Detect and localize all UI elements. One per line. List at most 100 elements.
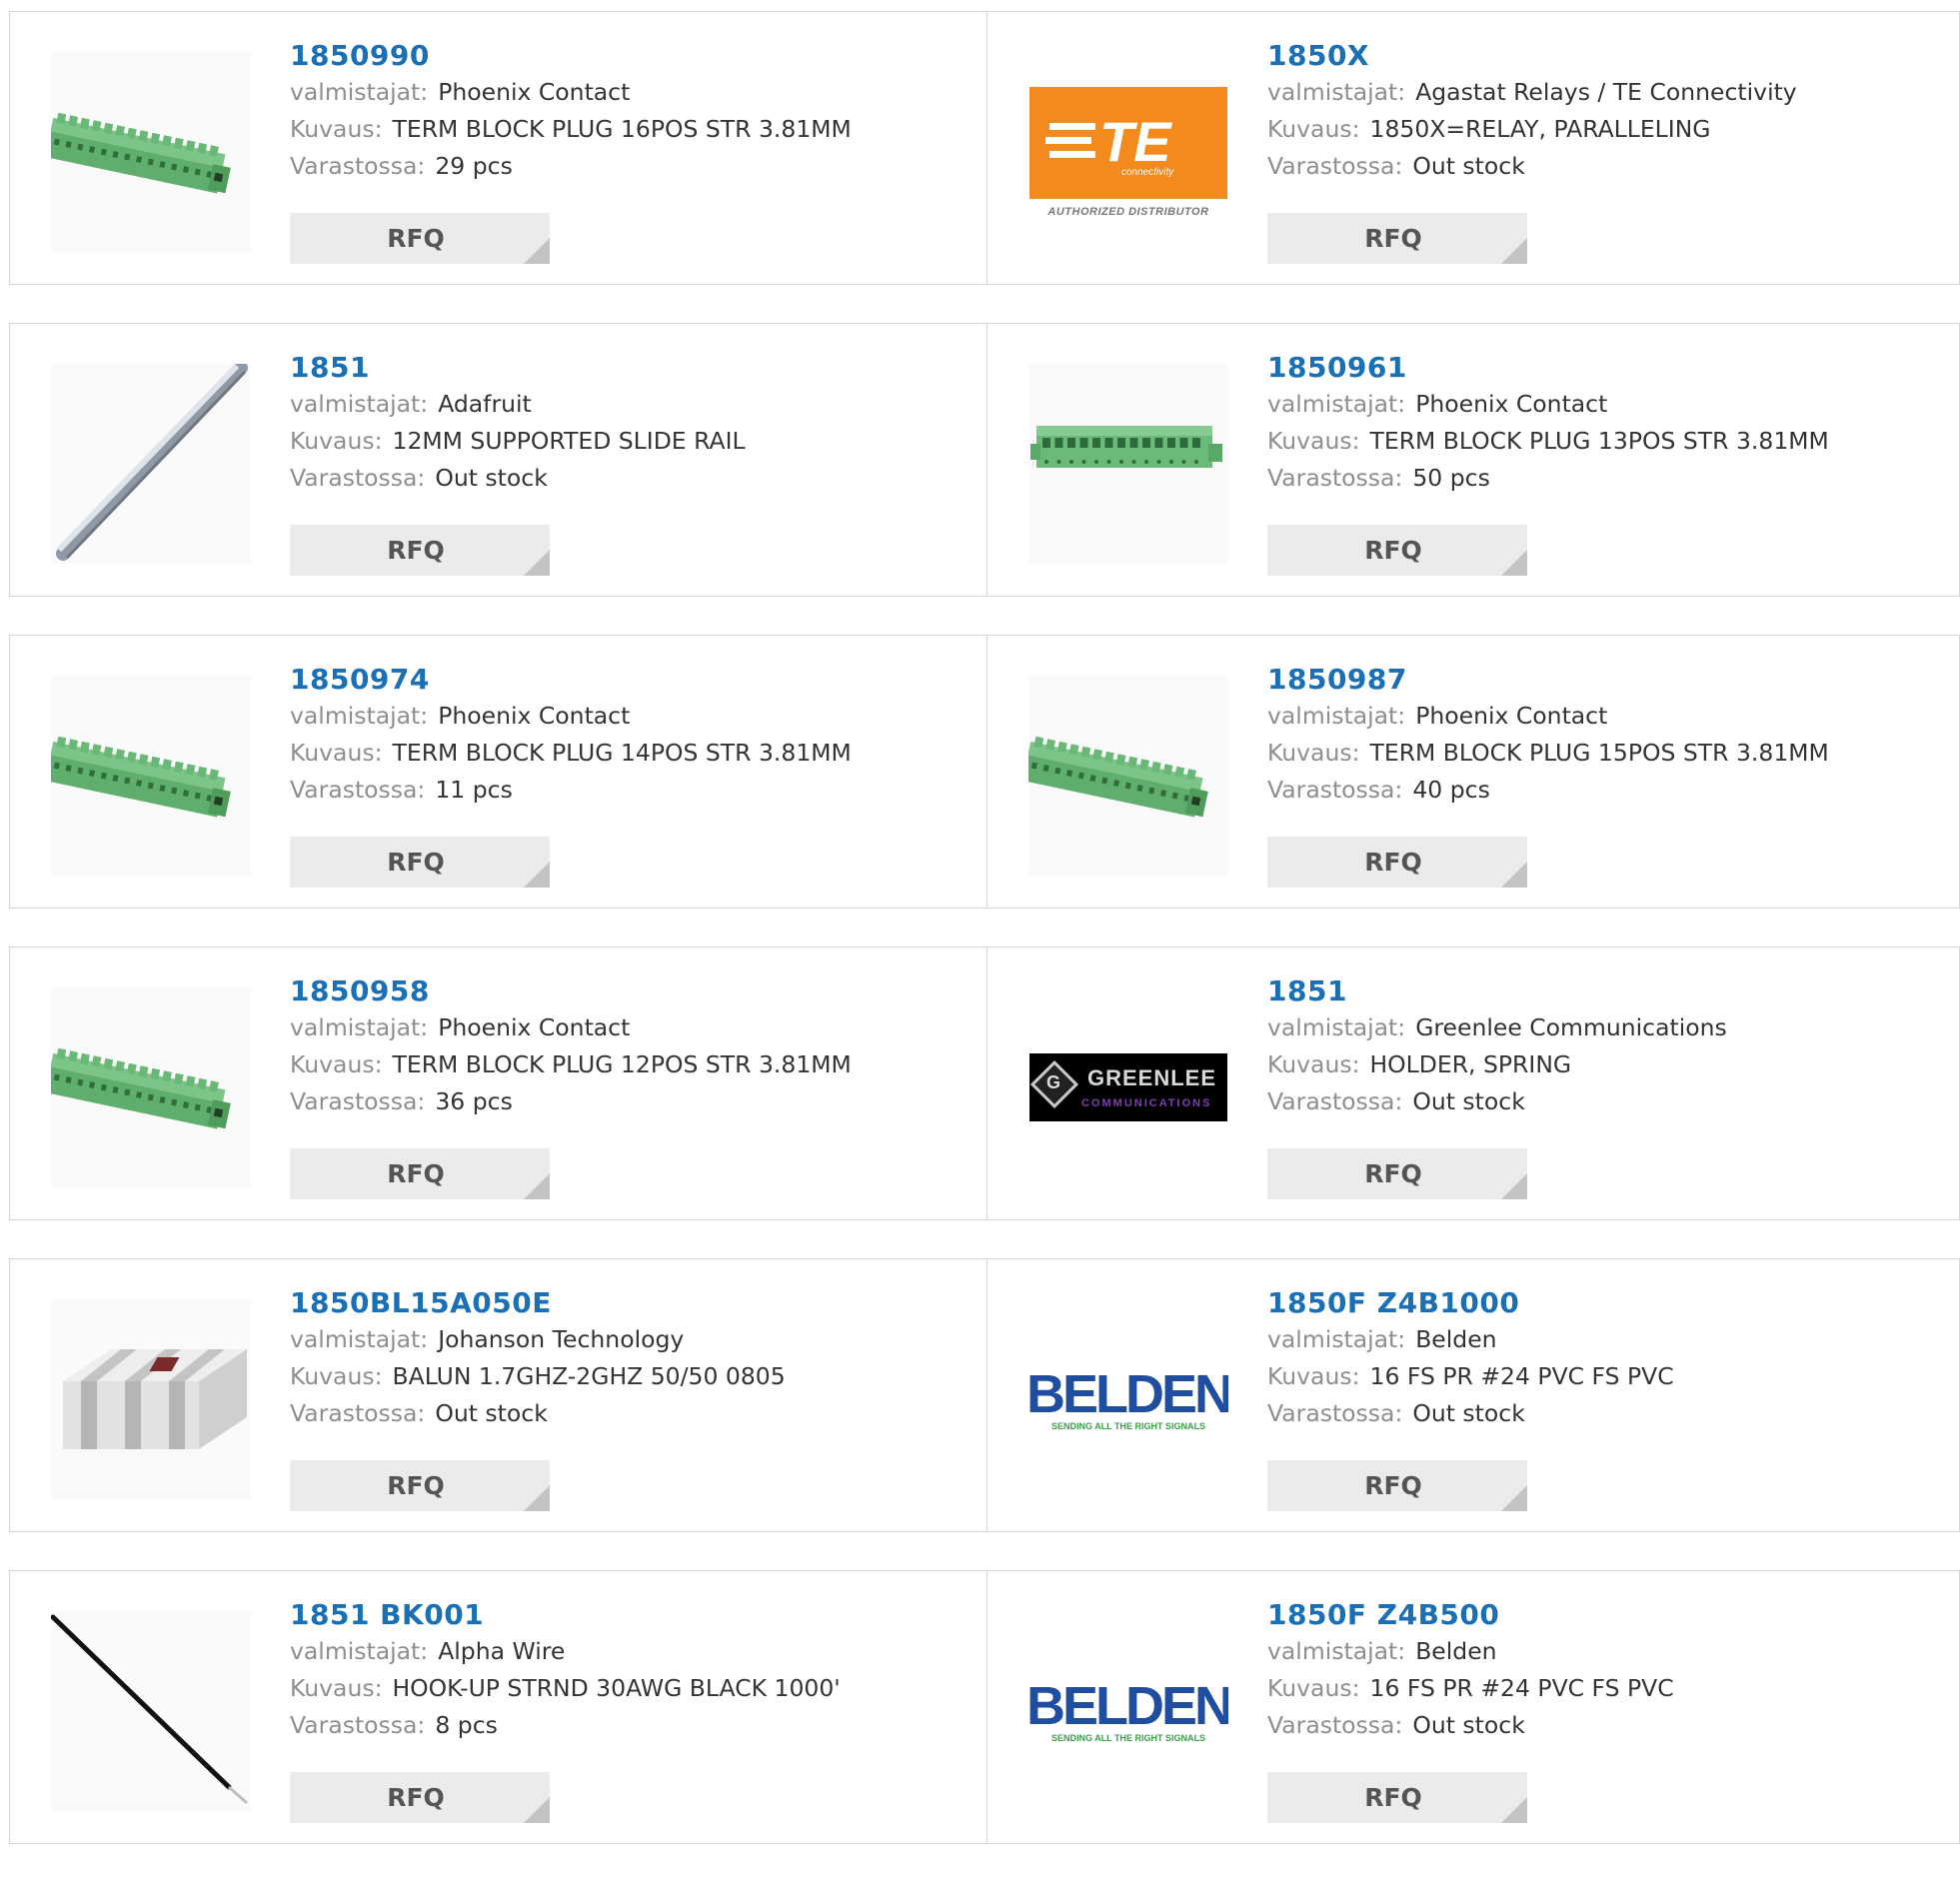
rfq-button[interactable]: RFQ: [1267, 1460, 1527, 1511]
rfq-button[interactable]: RFQ: [1267, 837, 1527, 888]
manufacturer-value: Adafruit: [438, 390, 532, 418]
manufacturer-value: Alpha Wire: [438, 1637, 566, 1665]
part-number-link[interactable]: 1850974: [290, 662, 967, 698]
rfq-button-label: RFQ: [387, 224, 445, 253]
rfq-button[interactable]: RFQ: [1267, 1772, 1527, 1823]
stock-label: Varastossa:: [1267, 776, 1403, 804]
stock-value: 29 pcs: [435, 152, 513, 180]
product-row: 1850990 valmistajat: Phoenix Contact Kuva…: [9, 11, 1960, 285]
product-row: 1851 BK001 valmistajat: Alpha Wire Kuvaus…: [9, 1570, 1960, 1844]
terminal-block-picture: [1028, 676, 1228, 876]
rfq-button[interactable]: RFQ: [1267, 1148, 1527, 1199]
part-number-link[interactable]: 1851 BK001: [290, 1597, 967, 1633]
manufacturer-label: valmistajat:: [290, 390, 429, 418]
product-info: 1850X valmistajat: Agastat Relays / TE Co…: [1267, 38, 1939, 185]
product-info: 1850990 valmistajat: Phoenix Contact Kuva…: [290, 38, 967, 185]
greenlee-logo-text: GREENLEE: [1087, 1065, 1217, 1090]
stock-row: Varastossa: 29 pcs: [290, 148, 967, 185]
part-number-link[interactable]: 1850X: [1267, 38, 1939, 74]
description-row: Kuvaus: HOOK-UP STRND 30AWG BLACK 1000': [290, 1670, 967, 1707]
description-row: Kuvaus: TERM BLOCK PLUG 16POS STR 3.81MM: [290, 111, 967, 148]
stock-value: 36 pcs: [435, 1087, 513, 1115]
description-value: HOLDER, SPRING: [1369, 1050, 1572, 1078]
manufacturer-value: Belden: [1415, 1637, 1497, 1665]
product-image[interactable]: BELDEN SENDING ALL THE RIGHT SIGNALS: [1028, 1299, 1228, 1499]
stock-value: Out stock: [435, 464, 548, 492]
rfq-button[interactable]: RFQ: [290, 1772, 550, 1823]
rfq-button-label: RFQ: [1364, 536, 1422, 565]
manufacturer-label: valmistajat:: [1267, 702, 1406, 730]
product-image[interactable]: [51, 987, 251, 1187]
product-image[interactable]: [51, 52, 251, 252]
manufacturer-label: valmistajat:: [290, 702, 429, 730]
manufacturer-row: valmistajat: Greenlee Communications: [1267, 1009, 1939, 1046]
product-image[interactable]: [51, 676, 251, 876]
description-value: 16 FS PR #24 PVC FS PVC: [1369, 1674, 1674, 1702]
manufacturer-value: Phoenix Contact: [1415, 702, 1608, 730]
product-image[interactable]: [1028, 364, 1228, 564]
belden-logo-subtext: SENDING ALL THE RIGHT SIGNALS: [1050, 1421, 1205, 1431]
description-value: TERM BLOCK PLUG 13POS STR 3.81MM: [1369, 427, 1829, 455]
rfq-button[interactable]: RFQ: [290, 525, 550, 576]
description-row: Kuvaus: TERM BLOCK PLUG 13POS STR 3.81MM: [1267, 423, 1939, 460]
rfq-button[interactable]: RFQ: [290, 213, 550, 264]
corner-triangle-icon: [1501, 862, 1527, 888]
description-label: Kuvaus:: [290, 115, 383, 143]
part-number-link[interactable]: 1850BL15A050E: [290, 1285, 967, 1321]
product-image[interactable]: [1028, 676, 1228, 876]
product-image[interactable]: BELDEN SENDING ALL THE RIGHT SIGNALS: [1028, 1611, 1228, 1811]
rfq-button[interactable]: RFQ: [290, 837, 550, 888]
product-card: 1850BL15A050E valmistajat: Johanson Techn…: [9, 1258, 987, 1532]
manufacturer-row: valmistajat: Belden: [1267, 1321, 1939, 1358]
part-number-link[interactable]: 1850990: [290, 38, 967, 74]
description-value: HOOK-UP STRND 30AWG BLACK 1000': [392, 1674, 841, 1702]
greenlee-logo-subtext: COMMUNICATIONS: [1081, 1097, 1212, 1109]
product-card: 1851 BK001 valmistajat: Alpha Wire Kuvaus…: [9, 1570, 987, 1844]
te-logo-text: TE: [1099, 109, 1171, 173]
product-row: 1851 valmistajat: Adafruit Kuvaus: 12MM SU…: [9, 323, 1960, 597]
rfq-button[interactable]: RFQ: [1267, 213, 1527, 264]
stock-row: Varastossa: Out stock: [1267, 1707, 1939, 1744]
description-row: Kuvaus: BALUN 1.7GHZ-2GHZ 50/50 0805: [290, 1358, 967, 1395]
product-image[interactable]: [51, 1299, 251, 1499]
product-info: 1850974 valmistajat: Phoenix Contact Kuva…: [290, 662, 967, 809]
product-card: 1850990 valmistajat: Phoenix Contact Kuva…: [9, 11, 987, 285]
part-number-link[interactable]: 1851: [290, 350, 967, 386]
description-label: Kuvaus:: [1267, 115, 1360, 143]
stock-label: Varastossa:: [290, 1711, 426, 1739]
manufacturer-row: valmistajat: Alpha Wire: [290, 1633, 967, 1670]
description-label: Kuvaus:: [1267, 1362, 1360, 1390]
part-number-link[interactable]: 1850F Z4B1000: [1267, 1285, 1939, 1321]
corner-triangle-icon: [524, 1173, 550, 1199]
rfq-button[interactable]: RFQ: [290, 1460, 550, 1511]
description-value: BALUN 1.7GHZ-2GHZ 50/50 0805: [392, 1362, 786, 1390]
te-logo-caption: AUTHORIZED DISTRIBUTOR: [1047, 205, 1209, 218]
product-image[interactable]: TE connectivity AUTHORIZED DISTRIBUTOR: [1028, 52, 1228, 252]
rfq-button-label: RFQ: [387, 536, 445, 565]
part-number-link[interactable]: 1850F Z4B500: [1267, 1597, 1939, 1633]
product-image[interactable]: [51, 364, 251, 564]
product-info: 1851 BK001 valmistajat: Alpha Wire Kuvaus…: [290, 1597, 967, 1744]
stock-row: Varastossa: Out stock: [1267, 1083, 1939, 1120]
manufacturer-label: valmistajat:: [1267, 390, 1406, 418]
part-number-link[interactable]: 1850987: [1267, 662, 1939, 698]
stock-label: Varastossa:: [1267, 464, 1403, 492]
stock-value: 50 pcs: [1412, 464, 1490, 492]
product-info: 1850F Z4B500 valmistajat: Belden Kuvaus: 1…: [1267, 1597, 1939, 1744]
stock-row: Varastossa: Out stock: [290, 460, 967, 497]
belden-logo-text: BELDEN: [1028, 1676, 1228, 1736]
rfq-button-label: RFQ: [387, 1159, 445, 1188]
description-label: Kuvaus:: [290, 1362, 383, 1390]
stock-row: Varastossa: 8 pcs: [290, 1707, 967, 1744]
part-number-link[interactable]: 1851: [1267, 973, 1939, 1009]
product-image[interactable]: G GREENLEE COMMUNICATIONS: [1028, 987, 1228, 1187]
product-image[interactable]: [51, 1611, 251, 1811]
rfq-button[interactable]: RFQ: [290, 1148, 550, 1199]
product-card: 1850961 valmistajat: Phoenix Contact Kuva…: [987, 323, 1960, 597]
product-grid: 1850990 valmistajat: Phoenix Contact Kuva…: [9, 11, 1960, 1882]
rfq-button[interactable]: RFQ: [1267, 525, 1527, 576]
stock-row: Varastossa: 50 pcs: [1267, 460, 1939, 497]
part-number-link[interactable]: 1850961: [1267, 350, 1939, 386]
part-number-link[interactable]: 1850958: [290, 973, 967, 1009]
stock-label: Varastossa:: [1267, 152, 1403, 180]
